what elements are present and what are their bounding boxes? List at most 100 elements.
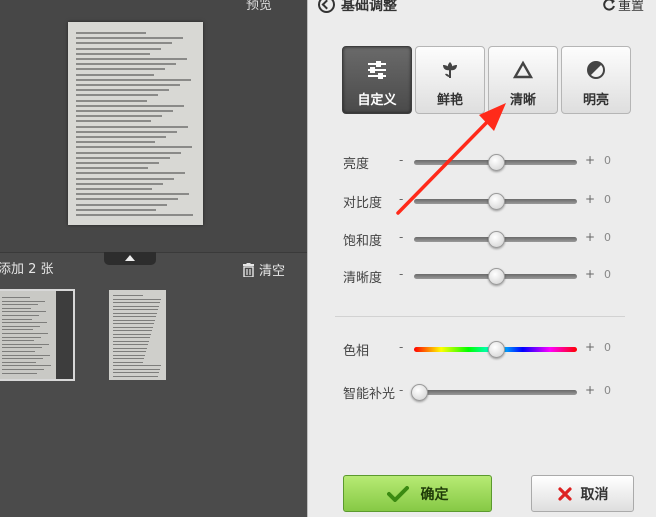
text-line-graphic xyxy=(2,340,34,342)
cancel-button[interactable]: 取消 xyxy=(531,475,634,512)
text-line-graphic xyxy=(76,37,183,40)
mode-custom-button[interactable]: 自定义 xyxy=(342,46,412,114)
increase-button[interactable]: + xyxy=(585,192,595,206)
mode-bright-label: 明亮 xyxy=(582,93,609,108)
text-line-graphic xyxy=(2,315,39,316)
text-line-graphic xyxy=(76,188,152,190)
text-line-graphic xyxy=(2,304,38,306)
reset-button[interactable]: 重置 xyxy=(602,0,644,14)
slider-value: 0 xyxy=(604,193,611,206)
slider-label: 对比度 xyxy=(343,196,383,211)
text-line-graphic xyxy=(113,358,144,359)
text-line-graphic xyxy=(76,68,165,71)
text-line-graphic xyxy=(76,203,167,206)
text-line-graphic xyxy=(76,89,169,92)
slider-thumb[interactable] xyxy=(487,154,505,171)
slider-thumb[interactable] xyxy=(487,231,505,248)
increase-button[interactable]: + xyxy=(585,230,595,244)
sliders-icon xyxy=(368,61,386,79)
slider-smart-fill-light: 智能补光 - + 0 xyxy=(343,380,643,404)
slider-label: 饱和度 xyxy=(343,234,383,249)
slider-label: 亮度 xyxy=(343,157,370,172)
slider-label: 色相 xyxy=(343,344,370,359)
text-line-graphic xyxy=(113,316,156,317)
text-line-graphic xyxy=(76,58,187,60)
decrease-button[interactable]: - xyxy=(399,192,403,206)
collapse-toggle[interactable] xyxy=(104,252,156,265)
text-line-graphic xyxy=(113,351,146,352)
decrease-button[interactable]: - xyxy=(399,340,403,354)
text-line-graphic xyxy=(2,325,40,327)
text-line-graphic xyxy=(113,305,159,307)
text-line-graphic xyxy=(113,330,152,331)
increase-button[interactable]: + xyxy=(585,153,595,167)
thumbnail-selected[interactable] xyxy=(0,289,75,381)
text-line-graphic xyxy=(113,344,148,345)
decrease-button[interactable]: - xyxy=(399,267,403,281)
thumbnail-shadow xyxy=(56,291,73,379)
increase-button[interactable]: + xyxy=(585,267,595,281)
text-line-graphic xyxy=(76,167,148,170)
slider-value: 0 xyxy=(604,268,611,281)
slider-thumb[interactable] xyxy=(411,384,428,401)
text-line-graphic xyxy=(76,78,191,81)
confirm-button[interactable]: 确定 xyxy=(343,475,492,512)
text-line-graphic xyxy=(76,156,170,159)
increase-button[interactable]: + xyxy=(585,383,595,397)
text-line-graphic xyxy=(113,312,157,314)
decrease-button[interactable]: - xyxy=(399,230,403,244)
clear-button[interactable]: 清空 xyxy=(242,260,285,279)
slider-value: 0 xyxy=(604,341,611,354)
text-line-graphic xyxy=(2,351,35,352)
text-line-graphic xyxy=(2,300,45,302)
decrease-button[interactable]: - xyxy=(399,383,403,397)
slider-thumb[interactable] xyxy=(487,193,505,210)
thumbnail[interactable] xyxy=(109,290,166,380)
back-icon[interactable] xyxy=(318,0,335,13)
text-line-graphic xyxy=(113,365,161,366)
text-line-graphic xyxy=(113,372,159,373)
slider-label: 清晰度 xyxy=(343,271,383,286)
text-line-graphic xyxy=(76,193,189,196)
slider-brightness: 亮度 - + 0 xyxy=(343,150,643,174)
slider-thumb[interactable] xyxy=(487,341,505,358)
section-divider xyxy=(335,316,625,317)
mode-custom-label: 自定义 xyxy=(357,93,397,108)
mode-vivid-button[interactable]: 鲜艳 xyxy=(415,46,485,114)
text-line-graphic xyxy=(76,84,180,86)
text-line-graphic xyxy=(2,311,46,313)
mode-vivid-label: 鲜艳 xyxy=(436,93,463,108)
text-line-graphic xyxy=(76,151,181,154)
checkmark-icon xyxy=(386,485,409,502)
mode-sharp-button[interactable]: 清晰 xyxy=(488,46,558,114)
text-line-graphic xyxy=(113,368,160,370)
text-line-graphic xyxy=(76,208,156,211)
preview-toolbar-label[interactable]: 预览 xyxy=(246,0,272,13)
text-line-graphic xyxy=(2,358,43,360)
slider-thumb[interactable] xyxy=(487,268,505,285)
text-line-graphic xyxy=(2,361,36,363)
text-line-graphic xyxy=(76,120,151,123)
trash-icon xyxy=(243,262,254,277)
text-line-graphic xyxy=(76,172,185,175)
text-line-graphic xyxy=(2,297,30,298)
document-preview-image xyxy=(68,22,203,225)
confirm-label: 确定 xyxy=(420,486,449,503)
text-line-graphic xyxy=(113,354,145,356)
mode-bright-button[interactable]: 明亮 xyxy=(561,46,631,114)
text-line-graphic xyxy=(2,333,48,334)
slider-value: 0 xyxy=(604,231,611,244)
slider-track[interactable] xyxy=(414,390,577,395)
text-line-graphic xyxy=(113,347,147,349)
slider-value: 0 xyxy=(604,384,611,397)
text-line-graphic xyxy=(2,365,51,367)
increase-button[interactable]: + xyxy=(585,340,595,354)
reset-icon xyxy=(603,0,615,10)
text-line-graphic xyxy=(76,63,176,66)
text-line-graphic xyxy=(113,319,155,321)
thumbnail-image xyxy=(0,291,56,379)
text-line-graphic xyxy=(2,354,50,356)
text-line-graphic xyxy=(113,295,143,296)
clear-label: 清空 xyxy=(259,264,286,279)
decrease-button[interactable]: - xyxy=(399,153,403,167)
